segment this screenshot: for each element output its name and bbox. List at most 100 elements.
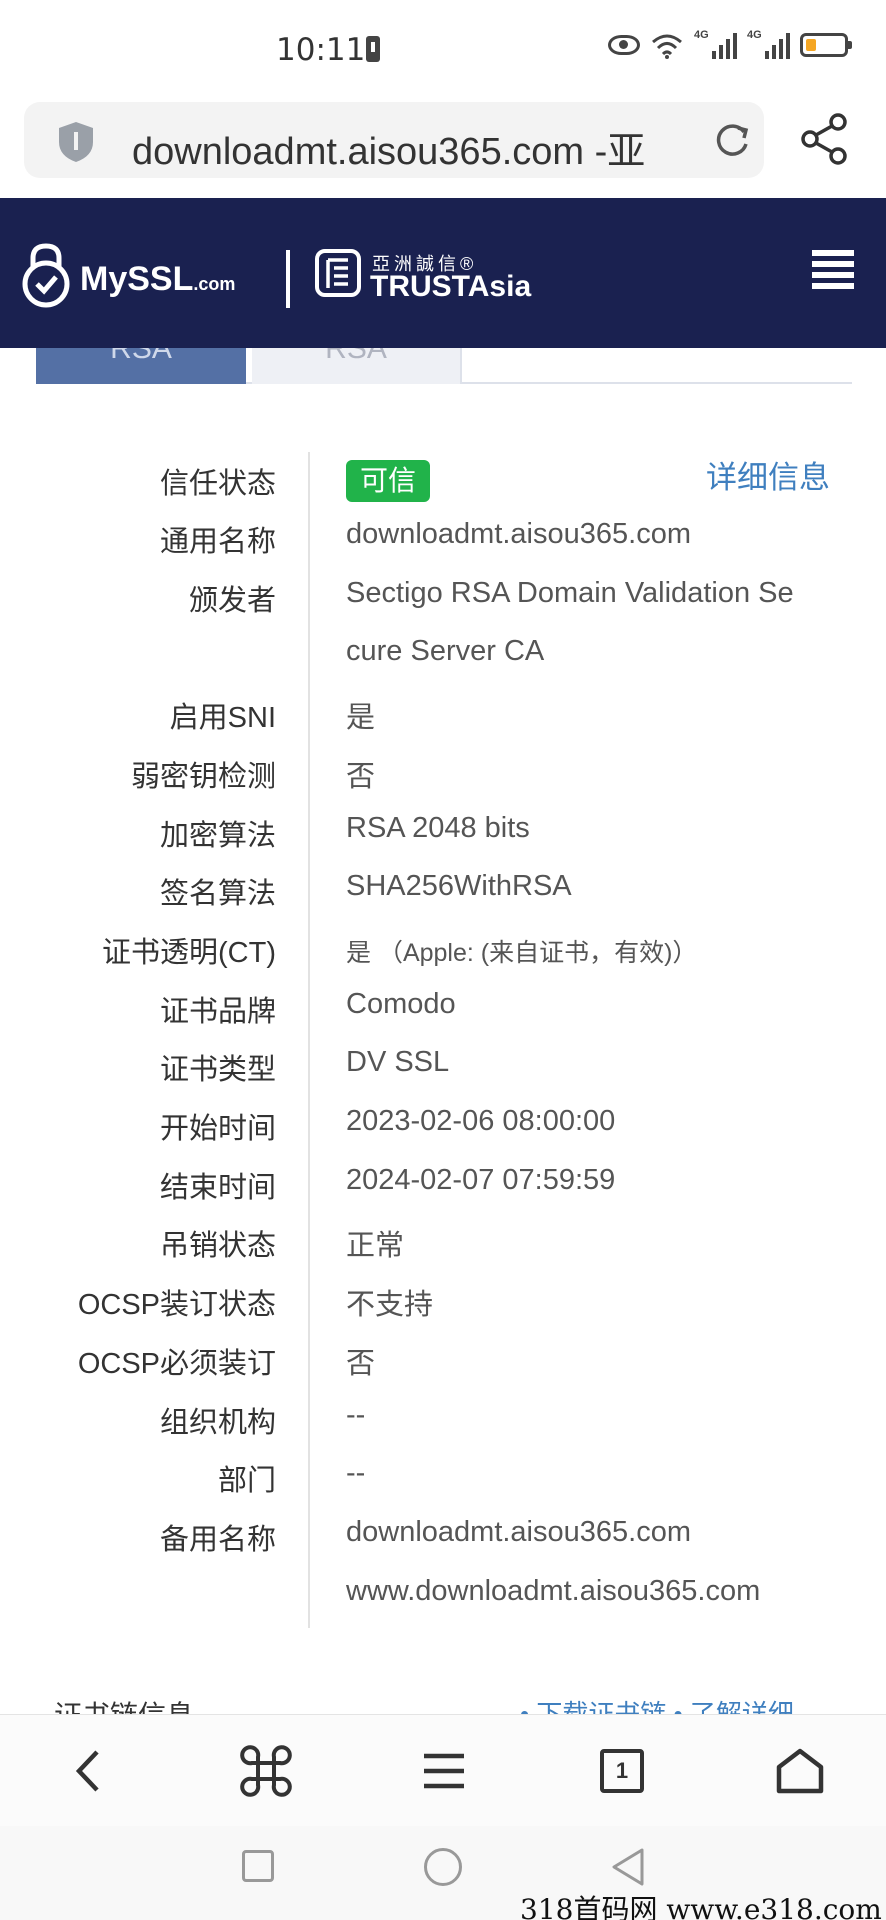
- info-row: 备用名称 downloadmt.aisou365.com: [0, 1508, 886, 1566]
- back-button[interactable]: [58, 1741, 118, 1801]
- row-value: --: [346, 1398, 366, 1431]
- info-row: 颁发者 Sectigo RSA Domain Validation Se: [0, 569, 886, 627]
- row-label: 签名算法: [159, 878, 276, 911]
- chevron-left-icon: [75, 1750, 99, 1792]
- info-row: 加密算法 RSA 2048 bits: [0, 804, 886, 862]
- row-label: 启用SNI: [169, 702, 276, 735]
- info-row: 开始时间 2023-02-06 08:00:00: [0, 1097, 886, 1155]
- row-label: 加密算法: [159, 819, 276, 852]
- cert-chain-section: 证书链信息 • 下载证书链 • 了解详细: [0, 1690, 886, 1714]
- logo-divider: [286, 250, 290, 308]
- tab-label: RSA: [110, 348, 172, 365]
- row-value: www.downloadmt.aisou365.com: [346, 1574, 761, 1607]
- row-label: OCSP装订状态: [77, 1289, 276, 1322]
- row-value: cure Server CA: [346, 635, 545, 668]
- row-label: 备用名称: [159, 1523, 276, 1556]
- myssl-brand[interactable]: MySSL.com: [80, 260, 235, 299]
- signal-4g-icon-2: 4G: [747, 29, 790, 59]
- row-value: 正常: [346, 1230, 405, 1263]
- site-header: MySSL.com 亞洲誠信® TRUSTAsia: [0, 198, 886, 348]
- myssl-brand-name: MySSL: [80, 260, 194, 298]
- home-icon: [776, 1748, 824, 1794]
- menu-button[interactable]: [414, 1741, 474, 1801]
- status-icons: 4G 4G: [608, 29, 852, 60]
- row-label: 结束时间: [159, 1171, 276, 1204]
- info-row: OCSP必须装订 否: [0, 1332, 886, 1390]
- tab-rsa-1[interactable]: RSA: [36, 348, 246, 384]
- cert-chain-links[interactable]: • 下载证书链 • 了解详细: [520, 1694, 794, 1714]
- row-label: 弱密钥检测: [130, 760, 276, 793]
- status-bar: 10:11 4G 4G: [0, 0, 886, 100]
- row-value: DV SSL: [346, 1046, 450, 1079]
- row-label: 颁发者: [188, 584, 276, 617]
- row-value: 是: [346, 702, 376, 735]
- row-value: 2023-02-06 08:00:00: [346, 1105, 616, 1137]
- signal-4g-icon-1: 4G: [694, 29, 737, 59]
- recent-apps-icon[interactable]: [242, 1850, 274, 1882]
- command-button[interactable]: [236, 1741, 296, 1801]
- row-value: --: [346, 1457, 366, 1490]
- info-row: 证书品牌 Comodo: [0, 980, 886, 1038]
- info-row: 结束时间 2024-02-07 07:59:59: [0, 1156, 886, 1214]
- url-bar[interactable]: downloadmt.aisou365.com -亚: [24, 102, 764, 178]
- info-row: cure Server CA: [0, 627, 886, 685]
- tab-label: RSA: [325, 348, 387, 365]
- row-label: 通用名称: [159, 526, 276, 558]
- info-row: 启用SNI 是: [0, 686, 886, 744]
- eye-icon: [608, 35, 640, 55]
- row-label: 证书品牌: [159, 995, 276, 1028]
- home-circle-icon[interactable]: [424, 1848, 462, 1886]
- notification-alert-icon: [366, 36, 380, 62]
- shield-icon[interactable]: [56, 120, 96, 164]
- row-label: 信任状态: [159, 468, 276, 500]
- system-nav-bar: 318首码网 www.e318.com: [0, 1826, 886, 1920]
- row-value: 否: [346, 760, 376, 793]
- cert-chain-title: 证书链信息: [54, 1694, 194, 1714]
- menu-lines-icon: [424, 1753, 464, 1789]
- row-value: downloadmt.aisou365.com: [346, 518, 691, 550]
- info-row: 弱密钥检测 否: [0, 745, 886, 803]
- row-label: OCSP必须装订: [77, 1347, 276, 1380]
- info-row-trust-status: 信任状态: [0, 452, 886, 510]
- tabs-button[interactable]: 1: [592, 1741, 652, 1801]
- cert-tab-row: RSA RSA: [36, 348, 852, 384]
- hamburger-menu-icon[interactable]: [812, 250, 854, 290]
- info-row: 组织机构 --: [0, 1391, 886, 1449]
- network-tag-2: 4G: [747, 29, 762, 41]
- row-label: 证书透明(CT): [102, 936, 276, 969]
- row-value: 2024-02-07 07:59:59: [346, 1163, 616, 1196]
- tab-rsa-2[interactable]: RSA: [252, 348, 462, 384]
- trustasia-en-name: TRUSTAsia: [370, 270, 532, 303]
- myssl-brand-suffix: .com: [193, 274, 236, 294]
- trustasia-logo-icon: [315, 249, 361, 297]
- row-value: 否: [346, 1347, 376, 1380]
- info-row: 吊销状态 正常: [0, 1214, 886, 1272]
- watermark-text: 318首码网 www.e318.com: [520, 1893, 882, 1920]
- info-row: 证书透明(CT) 是 （Apple: (来自证书，有效)）: [0, 921, 886, 979]
- back-triangle-icon[interactable]: [608, 1846, 650, 1888]
- reload-icon[interactable]: [712, 120, 752, 160]
- info-row: 证书类型 DV SSL: [0, 1038, 886, 1096]
- home-button[interactable]: [770, 1741, 830, 1801]
- browser-toolbar: 1: [0, 1714, 886, 1826]
- info-row: www.downloadmt.aisou365.com: [0, 1567, 886, 1625]
- command-icon: [240, 1745, 292, 1797]
- info-row: 通用名称 downloadmt.aisou365.com: [0, 510, 886, 568]
- row-label: 组织机构: [159, 1406, 276, 1439]
- row-label: 部门: [217, 1465, 276, 1498]
- row-value: SHA256WithRSA: [346, 870, 572, 903]
- myssl-lock-logo-icon[interactable]: [20, 242, 72, 308]
- row-value: RSA 2048 bits: [346, 811, 530, 844]
- wifi-icon: [652, 34, 682, 59]
- info-row: 签名算法 SHA256WithRSA: [0, 862, 886, 920]
- row-value: 不支持: [346, 1289, 434, 1322]
- row-label: 吊销状态: [159, 1230, 276, 1263]
- row-label: 证书类型: [159, 1054, 276, 1087]
- row-value: Sectigo RSA Domain Validation Se: [346, 576, 794, 609]
- row-value: Comodo: [346, 987, 456, 1020]
- row-value: downloadmt.aisou365.com: [346, 1515, 691, 1548]
- network-tag-1: 4G: [694, 29, 709, 41]
- status-time: 10:11: [276, 32, 366, 68]
- url-text[interactable]: downloadmt.aisou365.com -亚: [132, 120, 692, 175]
- share-icon[interactable]: [800, 112, 850, 166]
